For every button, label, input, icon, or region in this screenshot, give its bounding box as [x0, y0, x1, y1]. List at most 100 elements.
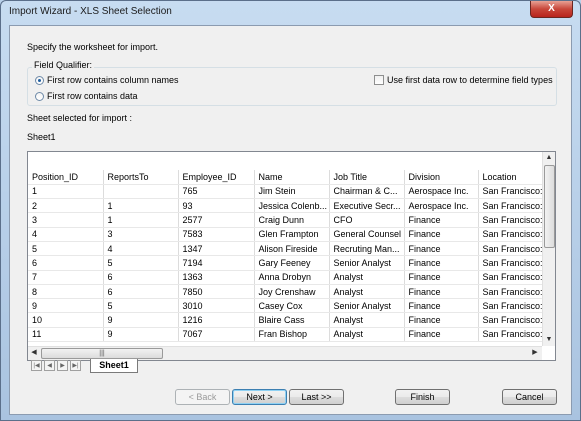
field-qualifier-label: Field Qualifier:: [32, 60, 95, 70]
table-cell: Craig Dunn: [254, 212, 330, 228]
table-cell: 7: [28, 270, 104, 285]
table-cell: Analyst: [329, 270, 405, 285]
table-cell: San Francisco:: [478, 327, 544, 343]
table-cell: San Francisco:: [478, 270, 544, 285]
table-cell: Finance: [404, 255, 479, 271]
table-cell: CFO: [329, 212, 405, 228]
table-cell: San Francisco:: [478, 184, 544, 200]
table-cell: Finance: [404, 312, 479, 328]
table-cell: 9: [28, 298, 104, 314]
sheet-tab-bar: |◀ ◀ ▶ ▶| Sheet1: [27, 359, 556, 373]
use-first-data-row-label[interactable]: Use first data row to determine field ty…: [387, 75, 553, 85]
table-cell: Jessica Colenb...: [254, 198, 330, 214]
vertical-scroll-thumb[interactable]: [544, 165, 555, 248]
table-cell: 3010: [178, 298, 255, 314]
table-row[interactable]: 11 9 7067 Fran Bishop Analyst Finance San Fran…: [28, 327, 544, 343]
table-cell: Finance: [404, 241, 479, 257]
table-cell: Finance: [404, 284, 479, 300]
table-cell: San Francisco:: [478, 198, 544, 214]
table-cell: 5: [28, 241, 104, 257]
data-table[interactable]: Position_ID ReportsTo Employee_ID Name Job T…: [28, 170, 544, 343]
table-cell: 1216: [178, 312, 255, 328]
table-row[interactable]: 8 6 7850 Joy Crenshaw Analyst Finance San Fran…: [28, 284, 544, 300]
table-cell: Aerospace Inc.: [404, 184, 479, 200]
table-cell: Finance: [404, 270, 479, 285]
table-cell: 2577: [178, 212, 255, 228]
table-cell: 1347: [178, 241, 255, 257]
table-row[interactable]: 3 1 2577 Craig Dunn CFO Finance San Francisco:: [28, 212, 544, 228]
table-cell: Analyst: [329, 327, 405, 343]
vertical-scrollbar[interactable]: ▲ ▼: [542, 152, 555, 346]
table-row[interactable]: 6 5 7194 Gary Feeney Senior Analyst Finance Sa…: [28, 255, 544, 271]
table-cell: San Francisco:: [478, 212, 544, 228]
table-row[interactable]: 1 765 Jim Stein Chairman & C... Aerospace In…: [28, 184, 544, 200]
table-cell: Finance: [404, 298, 479, 314]
prev-sheet-icon[interactable]: ◀: [44, 360, 55, 371]
scroll-down-icon[interactable]: ▼: [543, 334, 555, 346]
back-button[interactable]: < Back: [175, 389, 230, 405]
scroll-up-icon[interactable]: ▲: [543, 152, 555, 164]
radio-first-row-column-names[interactable]: [35, 76, 44, 85]
horizontal-scrollbar[interactable]: ◀ ||| ▶: [28, 346, 542, 360]
instructions-text: Specify the worksheet for import.: [27, 42, 159, 52]
table-cell: 11: [28, 327, 104, 343]
table-cell: Fran Bishop: [254, 327, 330, 343]
table-cell: Jim Stein: [254, 184, 330, 200]
finish-button[interactable]: Finish: [395, 389, 450, 405]
table-cell: San Francisco:: [478, 227, 544, 242]
radio-first-row-data[interactable]: [35, 92, 44, 101]
table-cell: [103, 184, 179, 200]
table-cell: Anna Drobyn: [254, 270, 330, 285]
first-sheet-icon[interactable]: |◀: [31, 360, 42, 371]
cancel-button[interactable]: Cancel: [502, 389, 557, 405]
table-cell: 1363: [178, 270, 255, 285]
sheet-tab-sheet1[interactable]: Sheet1: [90, 359, 138, 373]
table-row[interactable]: 4 3 7583 Glen Frampton General Counsel Financ…: [28, 227, 544, 242]
table-cell: Casey Cox: [254, 298, 330, 314]
table-cell: 4: [103, 241, 179, 257]
table-row[interactable]: 2 1 93 Jessica Colenb... Executive Secr... Ae…: [28, 198, 544, 214]
table-row[interactable]: 7 6 1363 Anna Drobyn Analyst Finance San Franc…: [28, 270, 544, 285]
scroll-right-icon[interactable]: ▶: [529, 347, 541, 359]
column-header: Employee_ID: [178, 170, 255, 185]
table-cell: Chairman & C...: [329, 184, 405, 200]
radio-first-row-column-names-label[interactable]: First row contains column names: [47, 75, 179, 85]
table-cell: Executive Secr...: [329, 198, 405, 214]
import-wizard-window: Import Wizard - XLS Sheet Selection X Sp…: [0, 0, 581, 421]
table-cell: Aerospace Inc.: [404, 198, 479, 214]
table-cell: 1: [103, 198, 179, 214]
table-cell: Recruting Man...: [329, 241, 405, 257]
last-button[interactable]: Last >>: [289, 389, 344, 405]
column-header: Division: [404, 170, 479, 185]
table-cell: 7194: [178, 255, 255, 271]
sheet-selected-value: Sheet1: [27, 132, 56, 142]
column-header: Location: [478, 170, 544, 185]
table-cell: 1: [28, 184, 104, 200]
table-cell: 10: [28, 312, 104, 328]
table-cell: Finance: [404, 327, 479, 343]
last-sheet-icon[interactable]: ▶|: [70, 360, 81, 371]
use-first-data-row-checkbox[interactable]: [374, 75, 384, 85]
table-cell: Blaire Cass: [254, 312, 330, 328]
column-header: Name: [254, 170, 330, 185]
title-bar[interactable]: Import Wizard - XLS Sheet Selection: [1, 1, 580, 25]
table-cell: 4: [28, 227, 104, 242]
radio-first-row-data-label[interactable]: First row contains data: [47, 91, 138, 101]
horizontal-scroll-thumb[interactable]: |||: [41, 348, 163, 359]
table-cell: San Francisco:: [478, 241, 544, 257]
table-row[interactable]: 10 9 1216 Blaire Cass Analyst Finance San Fran…: [28, 312, 544, 328]
column-header: Job Title: [329, 170, 405, 185]
data-preview-grid[interactable]: Position_ID ReportsTo Employee_ID Name Job T…: [27, 151, 556, 361]
column-header: ReportsTo: [103, 170, 179, 185]
next-button[interactable]: Next >: [232, 389, 287, 405]
table-cell: Joy Crenshaw: [254, 284, 330, 300]
close-button[interactable]: X: [530, 1, 573, 18]
table-cell: 765: [178, 184, 255, 200]
window-title: Import Wizard - XLS Sheet Selection: [9, 6, 172, 17]
table-row[interactable]: 9 5 3010 Casey Cox Senior Analyst Finance San …: [28, 298, 544, 314]
table-cell: General Counsel: [329, 227, 405, 242]
next-sheet-icon[interactable]: ▶: [57, 360, 68, 371]
table-cell: 8: [28, 284, 104, 300]
scroll-left-icon[interactable]: ◀: [28, 347, 40, 359]
table-row[interactable]: 5 4 1347 Alison Fireside Recruting Man... Fin…: [28, 241, 544, 257]
